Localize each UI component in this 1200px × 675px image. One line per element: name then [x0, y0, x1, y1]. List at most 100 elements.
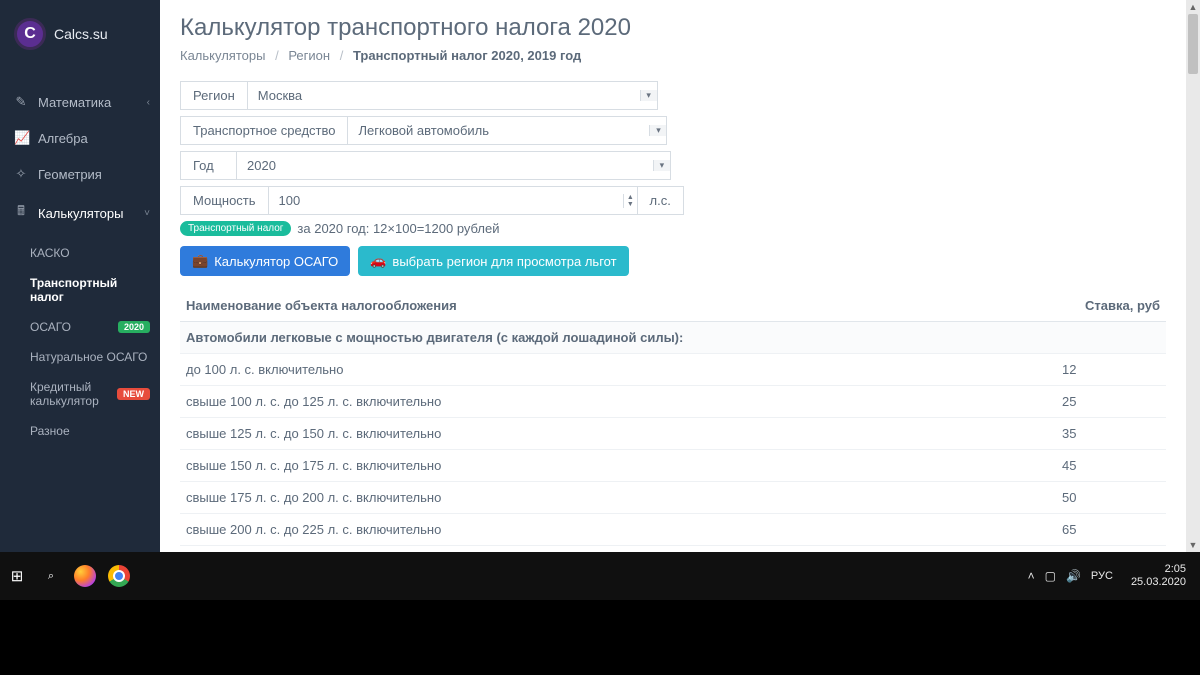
breadcrumb-calculators[interactable]: Калькуляторы [180, 48, 265, 63]
table-row: свыше 150 л. с. до 175 л. с. включительн… [180, 450, 1166, 482]
power-row: Мощность ▲▼ л.с. [180, 186, 1166, 215]
region-select[interactable]: Москва ▾ [247, 81, 658, 110]
table-row: свыше 175 л. с. до 200 л. с. включительн… [180, 482, 1166, 514]
chart-icon: 📈 [14, 130, 28, 146]
vehicle-label: Транспортное средство [180, 116, 347, 145]
nav-label: Математика [38, 95, 111, 110]
language-indicator[interactable]: РУС [1091, 570, 1113, 582]
nav-algebra[interactable]: 📈 Алгебра [0, 120, 160, 156]
power-unit: л.с. [638, 186, 684, 215]
table-row: свыше 100 л. с. до 125 л. с. включительн… [180, 386, 1166, 418]
osago-calculator-button[interactable]: 💼 Калькулятор ОСАГО [180, 246, 350, 276]
firefox-button[interactable] [68, 552, 102, 600]
brand-name: Calcs.su [54, 26, 108, 42]
chevron-down-icon[interactable]: ▾ [649, 125, 666, 136]
nav-label: Геометрия [38, 167, 102, 182]
vehicle-select[interactable]: Легковой автомобиль ▾ [347, 116, 667, 145]
power-input-wrap: ▲▼ [268, 186, 638, 215]
nav-label: Калькуляторы [38, 206, 123, 221]
page-title: Калькулятор транспортного налога 2020 [180, 14, 1166, 42]
result-text: за 2020 год: 12×100=1200 рублей [297, 221, 499, 236]
nav-geometry[interactable]: ✧ Геометрия [0, 156, 160, 192]
chrome-button[interactable] [102, 552, 136, 600]
sidebar-item-label: Разное [30, 424, 70, 438]
power-input[interactable] [269, 187, 624, 214]
briefcase-icon: 💼 [192, 253, 208, 269]
region-value: Москва [248, 82, 640, 109]
table-row: до 100 л. с. включительно12 [180, 354, 1166, 386]
chevron-down-icon[interactable]: ▾ [653, 160, 670, 171]
sidebar-item-label: ОСАГО [30, 320, 71, 334]
volume-icon[interactable]: 🔊 [1066, 569, 1081, 583]
nav-label: Алгебра [38, 131, 88, 146]
chevron-down-icon: ˅ [144, 208, 150, 219]
tray-chevron-icon[interactable]: ˄ [1028, 569, 1035, 583]
sidebar-item-transport-tax[interactable]: Транспортный налог [30, 268, 160, 312]
year-label: Год [180, 151, 236, 180]
nav-calculators[interactable]: 🖩 Калькуляторы ˅ [0, 192, 160, 234]
primary-nav: ✎ Математика ‹ 📈 Алгебра ✧ Геометрия 🖩 К… [0, 84, 160, 450]
table-row: свыше 125 л. с. до 150 л. с. включительн… [180, 418, 1166, 450]
search-button[interactable]: ⌕ [34, 552, 68, 600]
start-button[interactable]: ⊞ [0, 552, 34, 600]
vehicle-row: Транспортное средство Легковой автомобил… [180, 116, 1166, 145]
scroll-thumb[interactable] [1188, 14, 1198, 74]
region-label: Регион [180, 81, 247, 110]
calculator-icon: 🖩 [14, 202, 28, 224]
sidebar-item-label: Натуральное ОСАГО [30, 350, 147, 364]
clock-time: 2:05 [1131, 563, 1186, 576]
taskbar-clock[interactable]: 2:05 25.03.2020 [1123, 563, 1194, 589]
sidebar-item-osago[interactable]: ОСАГО 2020 [30, 312, 160, 342]
chevron-down-icon[interactable]: ▾ [640, 90, 657, 101]
sidebar-item-other[interactable]: Разное [30, 416, 160, 446]
sidebar-item-label: Транспортный налог [30, 276, 150, 304]
spinner-up-icon[interactable]: ▲ [624, 194, 637, 201]
year-value: 2020 [237, 152, 653, 179]
sidebar: C Calcs.su ✎ Математика ‹ 📈 Алгебра ✧ Ге… [0, 0, 160, 552]
main-content: Калькулятор транспортного налога 2020 Ка… [160, 0, 1186, 552]
sidebar-item-label: КАСКО [30, 246, 70, 260]
search-icon: ⌕ [48, 570, 54, 583]
sidebar-item-natural-osago[interactable]: Натуральное ОСАГО [30, 342, 160, 372]
nav-math[interactable]: ✎ Математика ‹ [0, 84, 160, 120]
badge-new: NEW [117, 388, 150, 400]
car-icon: 🚗 [370, 253, 386, 269]
power-label: Мощность [180, 186, 268, 215]
diamond-icon: ✧ [14, 166, 28, 182]
badge-year: 2020 [118, 321, 150, 333]
firefox-icon [74, 565, 96, 587]
button-row: 💼 Калькулятор ОСАГО 🚗 выбрать регион для… [180, 246, 1166, 276]
tax-chip: Транспортный налог [180, 221, 291, 236]
select-region-button[interactable]: 🚗 выбрать регион для просмотра льгот [358, 246, 628, 276]
sidebar-item-kasko[interactable]: КАСКО [30, 238, 160, 268]
browser-scrollbar[interactable]: ▲ ▼ [1186, 0, 1200, 552]
spinner-down-icon[interactable]: ▼ [624, 201, 637, 208]
year-row: Год 2020 ▾ [180, 151, 1166, 180]
button-label: Калькулятор ОСАГО [214, 254, 338, 269]
network-icon[interactable]: ▢ [1045, 569, 1056, 583]
year-select[interactable]: 2020 ▾ [236, 151, 671, 180]
col-rate: Ставка, руб [1056, 290, 1166, 322]
brand[interactable]: C Calcs.su [0, 0, 160, 56]
calculators-submenu: КАСКО Транспортный налог ОСАГО 2020 Нату… [0, 234, 160, 450]
sidebar-item-credit-calc[interactable]: Кредитный калькулятор NEW [30, 372, 160, 416]
breadcrumb-current: Транспортный налог 2020, 2019 год [353, 48, 581, 63]
section-cars: Автомобили легковые с мощностью двигател… [180, 322, 1166, 354]
clock-date: 25.03.2020 [1131, 576, 1186, 589]
pencil-icon: ✎ [14, 94, 28, 110]
button-label: выбрать регион для просмотра льгот [392, 254, 616, 269]
chrome-icon [108, 565, 130, 587]
chevron-left-icon: ‹ [147, 97, 150, 108]
sidebar-item-label: Кредитный калькулятор [30, 380, 111, 408]
breadcrumb: Калькуляторы / Регион / Транспортный нал… [180, 48, 1166, 63]
scroll-down-icon[interactable]: ▼ [1186, 538, 1200, 552]
region-row: Регион Москва ▾ [180, 81, 1166, 110]
col-name: Наименование объекта налогообложения [180, 290, 1056, 322]
windows-taskbar: ⊞ ⌕ ˄ ▢ 🔊 РУС 2:05 25.03.2020 [0, 552, 1200, 600]
scroll-up-icon[interactable]: ▲ [1186, 0, 1200, 14]
rates-table: Наименование объекта налогообложения Ста… [180, 290, 1166, 552]
vehicle-value: Легковой автомобиль [348, 117, 649, 144]
table-row: свыше 200 л. с. до 225 л. с. включительн… [180, 514, 1166, 546]
number-spinner[interactable]: ▲▼ [623, 194, 637, 208]
breadcrumb-region[interactable]: Регион [288, 48, 330, 63]
